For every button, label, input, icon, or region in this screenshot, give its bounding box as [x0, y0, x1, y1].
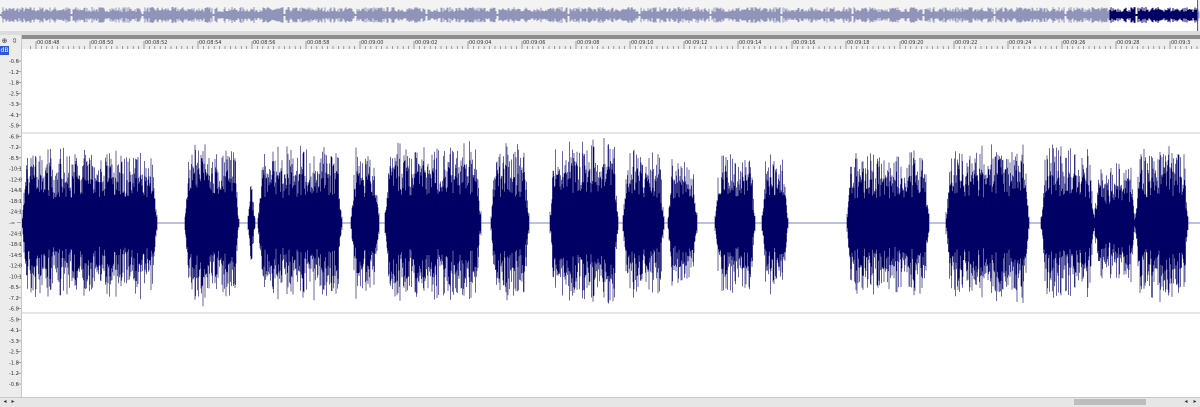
db-label: -1.8: [9, 360, 19, 366]
ruler-label: 00:09:16: [793, 40, 815, 46]
waveform-burst: [761, 154, 789, 295]
hand-icon[interactable]: ⊕: [1, 37, 8, 45]
ruler-label: 00:08:48: [37, 40, 59, 46]
ruler-label: 00:08:58: [307, 40, 329, 46]
waveform-burst: [1093, 163, 1136, 283]
waveform-burst: [257, 145, 343, 301]
db-unit-tag[interactable]: dB: [0, 46, 9, 55]
db-label: -1.8: [9, 81, 19, 87]
db-label: -14.5: [9, 188, 22, 194]
db-label: -18.1: [9, 199, 22, 205]
ruler-label: 00:08:50: [91, 40, 113, 46]
ruler-label: 00:09:06: [523, 40, 545, 46]
db-label: -10.1: [9, 274, 22, 280]
db-label: -0.6: [9, 59, 19, 65]
ruler-label: 00:09:24: [1009, 40, 1031, 46]
waveform-burst: [1134, 146, 1189, 303]
ruler-label: 00:09:26: [1063, 40, 1085, 46]
db-label: -8.5: [9, 285, 19, 291]
db-label: -6.0: [9, 307, 19, 313]
db-label: -0.6: [9, 382, 19, 388]
db-label: -12.0: [9, 264, 22, 270]
ruler-label: 00:09:22: [955, 40, 977, 46]
db-label: -14.5: [9, 253, 22, 259]
waveform-burst: [384, 141, 482, 301]
db-label: -24.1: [9, 210, 22, 216]
ruler-label: 00:09:10: [631, 40, 653, 46]
db-label: -6.0: [9, 134, 19, 140]
db-label: -12.0: [9, 177, 22, 183]
ruler-label: 00:09:02: [415, 40, 437, 46]
waveform-burst: [622, 149, 665, 298]
db-label: -1.2: [9, 70, 19, 76]
db-label: -4.1: [9, 113, 19, 119]
db-label: -7.2: [9, 145, 19, 151]
waveform-burst: [549, 138, 619, 304]
db-label: -5.0: [9, 124, 19, 130]
db-label: -4.1: [9, 328, 19, 334]
waveform[interactable]: [22, 49, 1200, 397]
db-label: -3.3: [9, 102, 19, 108]
ruler-label: 00:09:28: [1117, 40, 1139, 46]
ruler-label: 00:09:08: [577, 40, 599, 46]
ruler-label: 00:09:00: [361, 40, 383, 46]
waveform-burst: [22, 147, 158, 300]
waveform-burst: [667, 159, 698, 286]
scroll-right-end-arrow-icon[interactable]: ▸: [1191, 398, 1199, 405]
ruler-label: 00:09:3: [1171, 40, 1190, 46]
overview-waveform[interactable]: [0, 0, 1200, 31]
waveform-burst: [490, 143, 530, 301]
waveform-burst: [945, 144, 1030, 303]
db-label: -7.2: [9, 296, 19, 302]
scroll-right-arrow-icon[interactable]: ▸: [9, 398, 17, 405]
db-label: -2.5: [9, 350, 19, 356]
db-label: -8.5: [9, 156, 19, 162]
ruler-label: 00:09:04: [469, 40, 491, 46]
db-scale: -0.6 -1.2 -1.8 -2.5 -3.3 -4.1 -5.0 -6.0 -7.2 -8.5…: [9, 59, 22, 388]
scroll-left-arrow-icon[interactable]: ◂: [1, 398, 9, 405]
db-label: -1.2: [9, 371, 19, 377]
db-label: -2.5: [9, 91, 19, 97]
waveform-burst: [350, 147, 380, 299]
scrollbar-thumb[interactable]: [1074, 399, 1146, 405]
selection-bar[interactable]: [22, 35, 1200, 39]
db-label: -10.1: [9, 167, 22, 173]
waveform-burst: [714, 154, 756, 293]
vertical-zoom-icon[interactable]: ⇳: [10, 37, 19, 45]
ruler-label: 00:08:56: [253, 40, 275, 46]
waveform-burst: [247, 185, 256, 260]
waveform-burst: [846, 150, 930, 296]
db-label: -∞: [9, 221, 15, 227]
level-scale-strip: -0.6 -1.2 -1.8 -2.5 -3.3 -4.1 -5.0 -6.0 -7.2 -8.5…: [0, 35, 22, 397]
scroll-left-end-arrow-icon[interactable]: ◂: [1182, 398, 1190, 405]
ruler-label: 00:09:14: [739, 40, 761, 46]
db-label: -18.1: [9, 242, 22, 248]
track-overview[interactable]: [0, 0, 1200, 31]
ruler-label: 00:09:18: [847, 40, 869, 46]
ruler-label: 00:09:12: [685, 40, 707, 46]
ruler-label: 00:09:20: [901, 40, 923, 46]
waveform-burst: [184, 144, 240, 307]
db-label: -3.3: [9, 339, 19, 345]
waveform-burst: [1040, 144, 1095, 298]
overview-wave: [0, 7, 1200, 23]
db-label: -24.1: [9, 231, 22, 237]
ruler-label: 00:08:54: [199, 40, 221, 46]
ruler-label: 00:08:52: [145, 40, 167, 46]
waveform-view[interactable]: [22, 49, 1200, 397]
db-label: -5.0: [9, 317, 19, 323]
